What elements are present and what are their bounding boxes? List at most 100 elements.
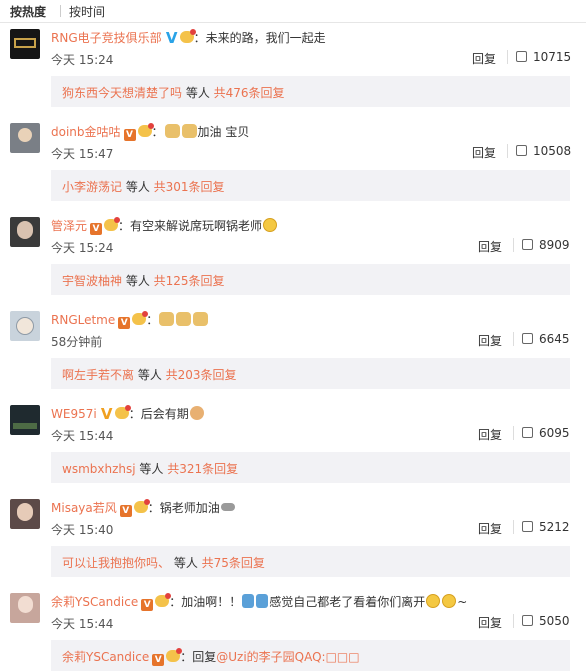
sub-reply-box[interactable]: wsmbxhzhsj 等人 共321条回复 <box>51 452 570 483</box>
verified-v-icon: V <box>90 223 103 235</box>
like-button[interactable]: 8909 <box>522 238 570 252</box>
user-name-link[interactable]: RNGLetme <box>51 313 115 327</box>
like-button[interactable]: 10715 <box>516 50 571 64</box>
user-name-link[interactable]: doinb金咕咕 <box>51 125 121 139</box>
sub-reply-count[interactable]: 共125条回复 <box>154 274 225 288</box>
member-badge-icon <box>132 311 149 325</box>
sub-reply-mid: 等人 <box>135 462 168 476</box>
sub-reply-user[interactable]: 小李游荡记 <box>62 180 122 194</box>
sub-reply-mid: 等人 <box>122 274 154 288</box>
thumb-up-icon <box>522 333 533 344</box>
sort-divider <box>60 5 62 17</box>
reply-button[interactable]: 回复 <box>478 238 502 255</box>
pray-emoji-icon <box>193 312 209 326</box>
sort-by-hot-tab[interactable]: 按热度 <box>8 3 54 20</box>
user-name-link[interactable]: RNG电子竞技俱乐部 <box>51 31 162 45</box>
sub-reply-box[interactable]: 可以让我抱抱你吗、 等人 共75条回复 <box>51 546 570 577</box>
like-button[interactable]: 6095 <box>522 426 570 440</box>
comment-text: ： <box>146 313 159 327</box>
like-button[interactable]: 6645 <box>522 332 570 346</box>
sub-reply-box[interactable]: 狗东西今天想清楚了吗 等人 共476条回复 <box>51 76 570 107</box>
sub-reply-user[interactable]: 余莉YSCandice <box>62 650 149 664</box>
comment-time: 今天 15:24 <box>51 53 114 67</box>
sub-reply-user[interactable]: 宇智波柚神 <box>62 274 122 288</box>
flex-emoji-icon <box>164 124 180 138</box>
like-button[interactable]: 5212 <box>522 520 570 534</box>
sub-reply-box[interactable]: 宇智波柚神 等人 共125条回复 <box>51 264 570 295</box>
sub-reply-count[interactable]: 共476条回复 <box>214 86 285 100</box>
sub-reply-user[interactable]: 狗东西今天想清楚了吗 <box>62 86 182 100</box>
member-badge-icon <box>179 29 196 43</box>
avatar[interactable] <box>10 123 40 153</box>
sub-reply-user[interactable]: 啊左手若不离 <box>62 368 134 382</box>
user-name-link[interactable]: WE957i <box>51 407 97 421</box>
sub-reply-box[interactable]: 小李游荡记 等人 共301条回复 <box>51 170 570 201</box>
sub-reply-count[interactable]: 共321条回复 <box>167 462 238 476</box>
user-name-link[interactable]: 管泽元 <box>51 219 87 233</box>
user-name-link[interactable]: Misaya若风 <box>51 501 117 515</box>
divider <box>513 426 514 440</box>
reply-button[interactable]: 回复 <box>472 144 496 161</box>
reply-button[interactable]: 回复 <box>478 614 502 631</box>
thumb-up-icon <box>522 427 533 438</box>
crying-emoji-icon <box>263 218 278 232</box>
sort-by-time-tab[interactable]: 按时间 <box>67 3 113 20</box>
user-name-link[interactable]: 余莉YSCandice <box>51 595 138 609</box>
crying-emoji-icon <box>426 594 441 608</box>
cat-emoji-icon <box>189 406 204 420</box>
sub-reply-count[interactable]: 共301条回复 <box>154 180 225 194</box>
sub-reply-mid: 等人 <box>170 556 202 570</box>
comment-text: ：后会有期 <box>128 407 189 421</box>
comment-time: 今天 15:44 <box>51 429 114 443</box>
sub-reply-user[interactable]: 可以让我抱抱你吗、 <box>62 556 170 570</box>
reply-button[interactable]: 回复 <box>478 332 502 349</box>
avatar[interactable] <box>10 311 40 341</box>
like-count: 8909 <box>539 238 570 252</box>
comment-text-3: ~ <box>457 595 468 609</box>
comment-text: ：锅老师加油 <box>147 501 220 515</box>
thumb-up-icon <box>516 145 527 156</box>
reply-button[interactable]: 回复 <box>478 520 502 537</box>
comment-time: 今天 15:44 <box>51 617 114 631</box>
sub-reply-user[interactable]: wsmbxhzhsj <box>62 462 136 476</box>
divider <box>507 50 508 64</box>
sub-reply-count[interactable]: 共203条回复 <box>166 368 237 382</box>
reply-button[interactable]: 回复 <box>472 50 496 67</box>
sub-reply-mid: ：回复 <box>180 650 217 664</box>
avatar[interactable] <box>10 593 40 623</box>
flex-emoji-icon <box>181 124 197 138</box>
verified-v-icon: V <box>119 505 132 517</box>
verified-v-icon: V <box>141 599 154 611</box>
like-count: 10715 <box>533 50 572 64</box>
like-button[interactable]: 5050 <box>522 614 570 628</box>
comment-text-2: 感觉自己都老了看着你们离开 <box>269 595 426 609</box>
verified-v-icon: V <box>118 317 131 329</box>
sub-reply-box[interactable]: 余莉YSCandice V ：回复@Uzi的李子园QAQ:□□□ <box>51 640 570 671</box>
reply-button[interactable]: 回复 <box>478 426 502 443</box>
pray-emoji-icon <box>176 312 192 326</box>
divider <box>507 144 508 158</box>
avatar[interactable] <box>10 217 40 247</box>
thumb-up-icon <box>522 239 533 250</box>
member-badge-icon <box>133 499 150 513</box>
comment-time: 58分钟前 <box>51 335 103 349</box>
comment-text: ：有空来解说席玩啊锅老师 <box>118 219 263 233</box>
like-count: 5050 <box>539 614 570 628</box>
gun-emoji-icon <box>220 503 235 511</box>
comment-text: 加油 宝贝 <box>197 125 250 139</box>
avatar[interactable] <box>10 405 40 435</box>
member-badge-icon <box>155 593 172 607</box>
sub-reply-box[interactable]: 啊左手若不离 等人 共203条回复 <box>51 358 570 389</box>
avatar[interactable] <box>10 29 40 59</box>
thumb-up-icon <box>516 51 527 62</box>
cheer-emoji-icon <box>256 594 269 608</box>
avatar[interactable] <box>10 499 40 529</box>
sub-reply-mention[interactable]: @Uzi的李子园QAQ:□□□ <box>216 650 359 664</box>
divider <box>513 332 514 346</box>
comment-text: ：未来的路，我们一起走 <box>193 31 326 45</box>
sub-reply-count[interactable]: 共75条回复 <box>202 556 265 570</box>
like-button[interactable]: 10508 <box>516 144 571 158</box>
verified-v-icon: V <box>123 129 136 141</box>
member-badge-icon <box>166 648 183 662</box>
verified-v-icon: V <box>165 29 178 47</box>
